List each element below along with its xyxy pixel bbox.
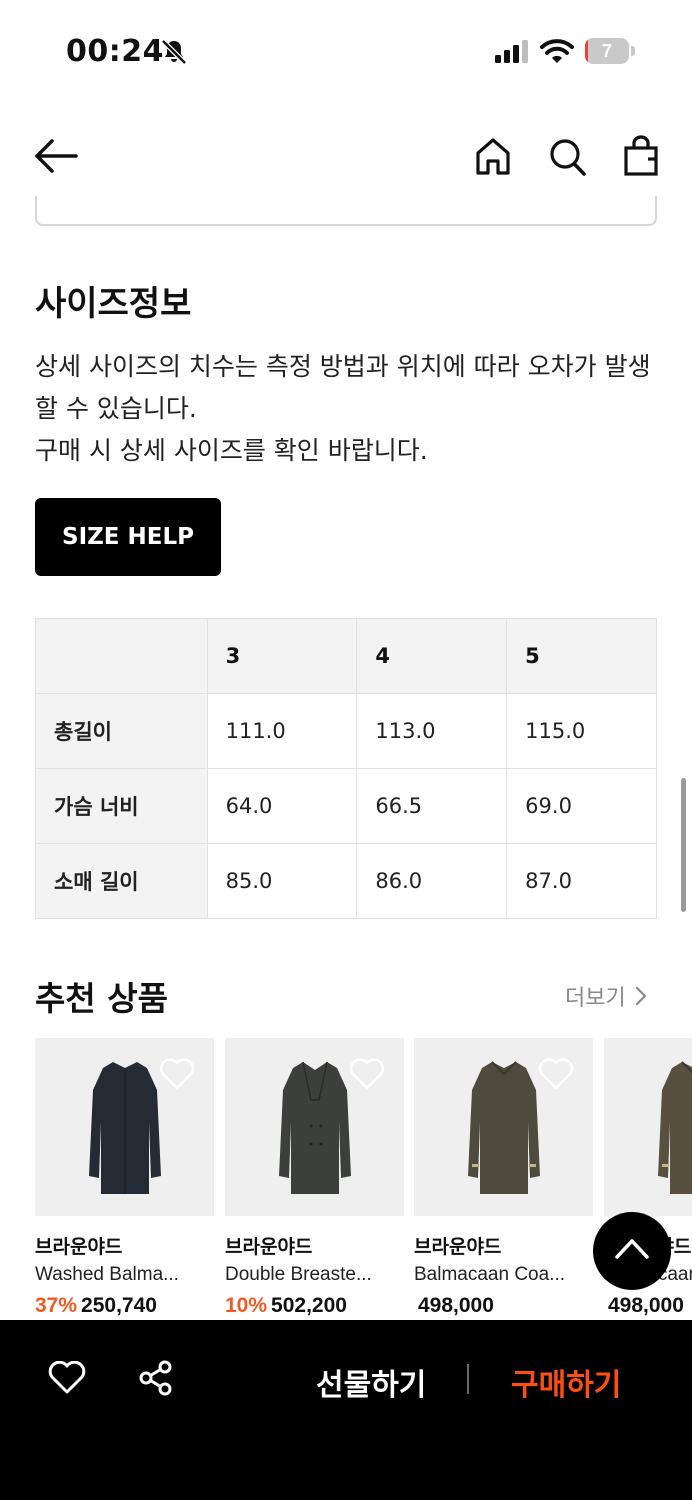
product-price: 498,000 — [418, 1294, 494, 1317]
product-price-row: 37% 250,740 — [35, 1294, 157, 1318]
size-table-header-cell: 4 — [356, 618, 508, 694]
product-image[interactable] — [225, 1038, 404, 1216]
previous-card-edge — [35, 196, 657, 226]
product-card[interactable]: 브라운야드 Washed Balma... 37% 250,740 — [35, 1038, 214, 1328]
coat-image — [89, 1062, 161, 1194]
bottom-action-bar: 선물하기 구매하기 — [0, 1320, 692, 1500]
back-arrow-icon[interactable] — [32, 136, 80, 176]
heart-icon[interactable] — [537, 1056, 575, 1092]
search-icon[interactable] — [546, 134, 588, 178]
table-cell: 113.0 — [356, 693, 508, 769]
product-brand: 브라운야드 — [414, 1236, 502, 1258]
product-price-row: 10% 502,200 — [225, 1294, 347, 1318]
table-cell: 66.5 — [356, 768, 508, 844]
table-row: 총길이 111.0 113.0 115.0 — [35, 693, 657, 769]
product-card[interactable]: 브라운야드 Balmacaan Coa... 498,000 — [414, 1038, 593, 1328]
product-brand: 브라운야드 — [35, 1236, 123, 1258]
coat-image — [658, 1061, 692, 1194]
product-image[interactable] — [414, 1038, 593, 1216]
bell-slash-icon — [161, 39, 187, 65]
product-discount: 37% — [35, 1294, 78, 1317]
coat-image — [279, 1061, 351, 1194]
table-cell: 69.0 — [506, 768, 657, 844]
battery-icon: 7 — [585, 38, 635, 64]
product-price-row: 498,000 — [604, 1294, 684, 1318]
heart-icon[interactable] — [348, 1056, 386, 1092]
product-image[interactable] — [35, 1038, 214, 1216]
size-description: 상세 사이즈의 치수는 측정 방법과 위치에 따라 오차가 발생할 수 있습니다… — [35, 346, 665, 472]
size-help-button[interactable]: SIZE HELP — [35, 498, 221, 576]
more-link-label: 더보기 — [565, 986, 626, 1011]
row-label: 소매 길이 — [35, 843, 208, 919]
wifi-icon — [540, 39, 574, 63]
gift-button[interactable]: 선물하기 — [316, 1360, 426, 1404]
size-description-line: 상세 사이즈의 치수는 측정 방법과 위치에 따라 오차가 발생할 수 있습니다… — [35, 352, 651, 423]
table-cell: 85.0 — [206, 843, 358, 919]
scroll-to-top-button[interactable] — [593, 1212, 671, 1290]
product-name: Balmacaan Coa... — [414, 1264, 566, 1285]
size-info-title: 사이즈정보 — [35, 284, 192, 324]
table-cell: 86.0 — [356, 843, 508, 919]
buy-button[interactable]: 구매하기 — [511, 1360, 621, 1404]
table-cell: 115.0 — [506, 693, 657, 769]
product-image[interactable] — [604, 1038, 692, 1216]
home-icon[interactable] — [472, 134, 514, 178]
size-table-header-cell: 5 — [506, 618, 657, 694]
table-cell: 87.0 — [506, 843, 657, 919]
chevron-up-icon — [615, 1239, 649, 1259]
status-time: 00:24 — [66, 34, 164, 69]
product-brand: 브라운야드 — [225, 1236, 313, 1258]
size-table-header-row: 3 4 5 — [35, 618, 657, 694]
product-price-row: 498,000 — [414, 1294, 494, 1318]
coat-image — [468, 1061, 540, 1194]
product-name: Washed Balma... — [35, 1264, 179, 1285]
heart-icon[interactable] — [158, 1056, 196, 1092]
product-name: Double Breaste... — [225, 1264, 372, 1285]
table-row: 가슴 너비 64.0 66.5 69.0 — [35, 768, 657, 844]
size-table: 3 4 5 총길이 111.0 113.0 115.0 가슴 너비 64.0 6… — [35, 618, 657, 919]
more-link[interactable]: 더보기 — [565, 980, 648, 1012]
table-cell: 111.0 — [206, 693, 358, 769]
cellular-signal-icon — [495, 40, 528, 63]
scroll-indicator[interactable] — [681, 778, 686, 912]
status-bar: 00:24 7 — [0, 0, 692, 100]
divider — [467, 1364, 469, 1394]
row-label: 총길이 — [35, 693, 208, 769]
size-table-header-cell: 3 — [206, 618, 358, 694]
size-table-header-cell — [35, 618, 208, 694]
product-price: 502,200 — [271, 1294, 347, 1317]
size-description-line: 구매 시 상세 사이즈를 확인 바랍니다. — [35, 436, 428, 465]
product-card[interactable]: 브라운야드 Double Breaste... 10% 502,200 — [225, 1038, 404, 1328]
table-cell: 64.0 — [206, 768, 358, 844]
recommended-title: 추천 상품 — [35, 979, 168, 1018]
product-price: 250,740 — [81, 1294, 157, 1317]
row-label: 가슴 너비 — [35, 768, 208, 844]
table-row: 소매 길이 85.0 86.0 87.0 — [35, 843, 657, 919]
shopping-bag-icon[interactable] — [620, 134, 662, 178]
share-icon[interactable] — [138, 1360, 174, 1396]
battery-level: 7 — [601, 41, 612, 61]
product-price: 498,000 — [608, 1294, 684, 1317]
product-discount: 10% — [225, 1294, 268, 1317]
wishlist-heart-icon[interactable] — [48, 1361, 86, 1395]
chevron-right-icon — [635, 986, 646, 1006]
